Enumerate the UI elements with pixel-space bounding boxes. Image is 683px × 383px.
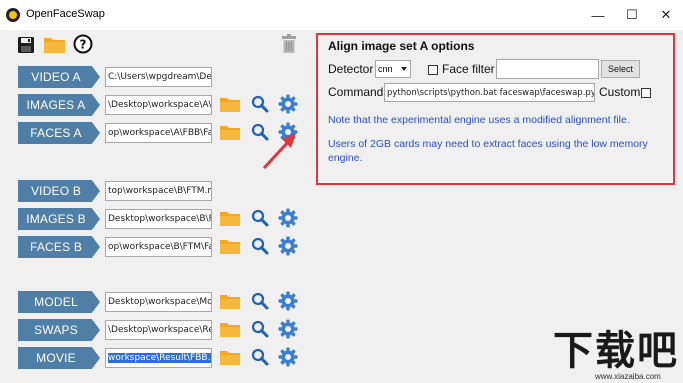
- align-options-panel: Align image set A options Detector cnn F…: [316, 33, 675, 185]
- folder-icon[interactable]: [219, 320, 241, 338]
- chevron-down-icon: [401, 67, 407, 71]
- memory-note: Users of 2GB cards may need to extract f…: [328, 138, 648, 164]
- command-label: Command: [328, 85, 384, 99]
- watermark-logo: 下载吧: [553, 328, 679, 374]
- detector-select[interactable]: cnn: [375, 60, 411, 78]
- images-b-button[interactable]: IMAGES B: [18, 208, 100, 230]
- movie-button[interactable]: MOVIE: [18, 347, 100, 369]
- command-input[interactable]: python\scripts\python.bat faceswap\faces…: [384, 83, 595, 102]
- minimize-button[interactable]: —: [581, 0, 615, 30]
- face-filter-checkbox[interactable]: [428, 65, 438, 75]
- search-icon[interactable]: [251, 123, 269, 141]
- swaps-path-input[interactable]: \Desktop\workspace\Result: [105, 320, 212, 340]
- search-icon[interactable]: [251, 292, 269, 310]
- gear-icon[interactable]: [278, 236, 298, 256]
- window-title: OpenFaceSwap: [26, 8, 105, 20]
- gear-icon[interactable]: [278, 347, 298, 367]
- engine-note: Note that the experimental engine uses a…: [328, 114, 630, 126]
- video-b-button[interactable]: VIDEO B: [18, 180, 100, 202]
- images-b-path-input[interactable]: Desktop\workspace\B\FTM: [105, 209, 212, 229]
- folder-icon[interactable]: [219, 123, 241, 141]
- search-icon[interactable]: [251, 95, 269, 113]
- open-folder-icon[interactable]: [43, 34, 67, 54]
- search-icon[interactable]: [251, 209, 269, 227]
- app-logo-icon: [6, 8, 20, 22]
- face-filter-label: Face filter: [442, 62, 495, 76]
- maximize-button[interactable]: ☐: [615, 0, 649, 30]
- images-a-button[interactable]: IMAGES A: [18, 94, 100, 116]
- search-icon[interactable]: [251, 237, 269, 255]
- gear-icon[interactable]: [278, 319, 298, 339]
- swaps-button[interactable]: SWAPS: [18, 319, 100, 341]
- model-path-input[interactable]: Desktop\workspace\Model: [105, 292, 212, 312]
- custom-checkbox[interactable]: [641, 88, 651, 98]
- face-filter-input[interactable]: [496, 59, 599, 79]
- detector-value: cnn: [378, 64, 393, 74]
- options-title: Align image set A options: [328, 39, 475, 53]
- custom-label: Custom: [599, 85, 641, 99]
- gear-icon[interactable]: [278, 122, 298, 142]
- svg-text:?: ?: [80, 38, 87, 52]
- trash-icon[interactable]: [281, 34, 297, 54]
- gear-icon[interactable]: [278, 208, 298, 228]
- watermark-url: www.xiazaiba.com: [595, 372, 661, 381]
- video-b-path-input[interactable]: top\workspace\B\FTM.mp4: [105, 181, 212, 201]
- gear-icon[interactable]: [278, 291, 298, 311]
- folder-icon[interactable]: [219, 209, 241, 227]
- folder-icon[interactable]: [219, 348, 241, 366]
- folder-icon[interactable]: [219, 292, 241, 310]
- selected-text: workspace\Result\FBB.mp4: [108, 353, 211, 363]
- detector-label: Detector: [328, 62, 374, 76]
- folder-icon[interactable]: [219, 95, 241, 113]
- help-icon[interactable]: ?: [73, 34, 93, 54]
- faces-a-button[interactable]: FACES A: [18, 122, 100, 144]
- folder-icon[interactable]: [219, 237, 241, 255]
- search-icon[interactable]: [251, 348, 269, 366]
- title-bar: OpenFaceSwap — ☐ ✕: [0, 0, 683, 30]
- faces-a-path-input[interactable]: op\workspace\A\FBB\Face: [105, 123, 212, 143]
- select-button[interactable]: Select: [601, 60, 640, 78]
- video-a-path-input[interactable]: C:\Users\wpgdream\Deskto: [105, 67, 212, 87]
- save-icon[interactable]: [17, 36, 35, 54]
- faces-b-button[interactable]: FACES B: [18, 236, 100, 258]
- faces-b-path-input[interactable]: op\workspace\B\FTM\Face: [105, 237, 212, 257]
- images-a-path-input[interactable]: \Desktop\workspace\A\FBB: [105, 95, 212, 115]
- search-icon[interactable]: [251, 320, 269, 338]
- video-a-button[interactable]: VIDEO A: [18, 66, 100, 88]
- movie-path-input[interactable]: workspace\Result\FBB.mp4: [105, 348, 212, 368]
- gear-icon[interactable]: [278, 94, 298, 114]
- model-button[interactable]: MODEL: [18, 291, 100, 313]
- close-button[interactable]: ✕: [649, 0, 683, 30]
